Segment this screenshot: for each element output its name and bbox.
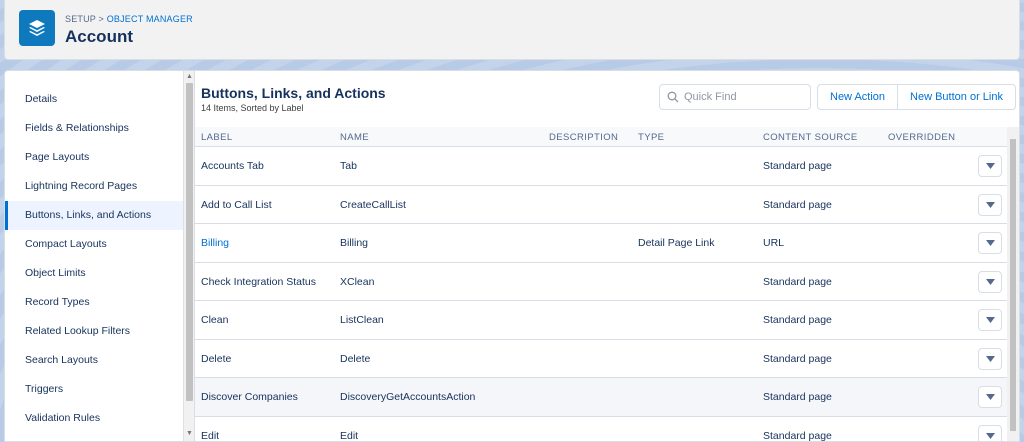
row-content-source: Standard page xyxy=(763,352,832,365)
actions-table: LABEL NAME DESCRIPTION TYPE CONTENT SOUR… xyxy=(195,127,1007,442)
row-name: Billing xyxy=(340,237,369,249)
row-label-link[interactable]: Billing xyxy=(201,224,229,262)
quick-find-box[interactable] xyxy=(659,84,811,110)
row-name: Tab xyxy=(340,160,357,172)
chevron-down-icon xyxy=(985,163,995,169)
action-button-group: New Action New Button or Link xyxy=(817,84,1016,110)
row-name: ListClean xyxy=(340,314,384,326)
row-content-source: Standard page xyxy=(763,391,832,403)
table-scrollbar[interactable] xyxy=(1007,127,1019,441)
sidebar-item-validation-rules[interactable]: Validation Rules xyxy=(5,404,183,433)
breadcrumb-separator: > xyxy=(95,14,107,24)
row-content-source: Standard page xyxy=(763,160,832,172)
sidebar-item-buttons-links-actions[interactable]: Buttons, Links, and Actions xyxy=(5,201,183,230)
row-name: CreateCallList xyxy=(340,198,406,211)
row-name: Delete xyxy=(340,352,371,365)
chevron-down-icon xyxy=(985,240,995,246)
table-row: Add to Call List CreateCallList Standard… xyxy=(195,186,1007,224)
chevron-down-icon xyxy=(985,432,995,439)
chevron-down-icon xyxy=(985,355,995,362)
row-type: Detail Page Link xyxy=(638,237,715,249)
scroll-down-icon[interactable]: ▼ xyxy=(185,429,194,439)
breadcrumb-object-manager-link[interactable]: OBJECT MANAGER xyxy=(107,14,193,24)
sidebar-item-record-types[interactable]: Record Types xyxy=(5,288,183,317)
row-label: Check Integration Status xyxy=(201,275,316,288)
column-header-description[interactable]: DESCRIPTION xyxy=(549,132,618,143)
row-label: Edit xyxy=(201,429,220,442)
row-action-menu-button[interactable] xyxy=(978,386,1002,408)
sidebar-item-details[interactable]: Details xyxy=(5,85,183,114)
row-content-source: Standard page xyxy=(763,314,832,326)
sidebar-scroll-thumb[interactable] xyxy=(186,83,193,401)
new-button-or-link-button[interactable]: New Button or Link xyxy=(898,84,1016,110)
table-row: Clean ListClean Standard page xyxy=(195,301,1007,340)
column-header-name[interactable]: NAME xyxy=(340,132,369,143)
table-scroll-thumb[interactable] xyxy=(1010,139,1016,431)
search-icon xyxy=(667,91,679,106)
sidebar-scrollbar[interactable]: ▲ ▼ xyxy=(183,71,194,441)
sidebar: Details Fields & Relationships Page Layo… xyxy=(4,70,194,442)
table-row: Check Integration Status XClean Standard… xyxy=(195,263,1007,301)
column-header-label[interactable]: LABEL xyxy=(201,132,233,143)
table-row: Accounts Tab Tab Standard page xyxy=(195,147,1007,186)
row-content-source: Standard page xyxy=(763,275,832,288)
layers-icon xyxy=(19,10,55,46)
row-action-menu-button[interactable] xyxy=(978,424,1002,441)
sidebar-item-related-lookup-filters[interactable]: Related Lookup Filters xyxy=(5,317,183,346)
table-row: Discover Companies DiscoveryGetAccountsA… xyxy=(195,378,1007,417)
page-title: Account xyxy=(65,27,133,46)
row-name: DiscoveryGetAccountsAction xyxy=(340,391,476,403)
breadcrumb-setup: SETUP xyxy=(65,14,96,24)
quick-find-input[interactable] xyxy=(684,89,804,105)
chevron-down-icon xyxy=(985,278,995,285)
table-row: Edit Edit Standard page xyxy=(195,417,1007,442)
sidebar-item-triggers[interactable]: Triggers xyxy=(5,375,183,404)
scroll-up-icon[interactable]: ▲ xyxy=(185,72,194,82)
table-body: Accounts Tab Tab Standard page Add to Ca… xyxy=(195,147,1007,442)
section-title: Buttons, Links, and Actions xyxy=(201,85,386,101)
sidebar-item-object-limits[interactable]: Object Limits xyxy=(5,259,183,288)
sidebar-list: Details Fields & Relationships Page Layo… xyxy=(5,85,183,433)
row-action-menu-button[interactable] xyxy=(978,193,1002,216)
row-name: XClean xyxy=(340,275,375,288)
column-header-overridden[interactable]: OVERRIDDEN xyxy=(888,132,955,143)
row-action-menu-button[interactable] xyxy=(978,309,1002,331)
item-count: 14 Items, Sorted by Label xyxy=(201,103,304,113)
row-action-menu-button[interactable] xyxy=(978,155,1002,177)
row-label: Accounts Tab xyxy=(201,160,264,172)
chevron-down-icon xyxy=(985,394,995,400)
sidebar-item-page-layouts[interactable]: Page Layouts xyxy=(5,143,183,172)
table-row: Billing Billing Detail Page Link URL xyxy=(195,224,1007,263)
row-content-source: Standard page xyxy=(763,198,832,211)
row-name: Edit xyxy=(340,429,359,442)
breadcrumb: SETUP > OBJECT MANAGER xyxy=(65,14,193,24)
row-label: Add to Call List xyxy=(201,198,272,211)
sidebar-item-lightning-record-pages[interactable]: Lightning Record Pages xyxy=(5,172,183,201)
table-row: Delete Delete Standard page xyxy=(195,340,1007,378)
row-action-menu-button[interactable] xyxy=(978,232,1002,254)
row-label: Delete xyxy=(201,352,232,365)
row-action-menu-button[interactable] xyxy=(978,270,1002,293)
chevron-down-icon xyxy=(985,201,995,208)
row-label: Clean xyxy=(201,314,229,326)
row-content-source: URL xyxy=(763,237,785,249)
row-action-menu-button[interactable] xyxy=(978,347,1002,370)
sidebar-item-search-layouts[interactable]: Search Layouts xyxy=(5,346,183,375)
sidebar-item-fields-relationships[interactable]: Fields & Relationships xyxy=(5,114,183,143)
object-header: SETUP > OBJECT MANAGER Account xyxy=(4,0,1020,60)
main-panel: Buttons, Links, and Actions 14 Items, So… xyxy=(194,70,1020,442)
row-label: Discover Companies xyxy=(201,391,298,403)
sidebar-item-compact-layouts[interactable]: Compact Layouts xyxy=(5,230,183,259)
table-header: LABEL NAME DESCRIPTION TYPE CONTENT SOUR… xyxy=(195,127,1007,147)
column-header-type[interactable]: TYPE xyxy=(638,132,664,143)
chevron-down-icon xyxy=(985,317,995,323)
new-action-button[interactable]: New Action xyxy=(817,84,899,110)
row-content-source: Standard page xyxy=(763,429,832,442)
column-header-content-source[interactable]: CONTENT SOURCE xyxy=(763,132,858,143)
